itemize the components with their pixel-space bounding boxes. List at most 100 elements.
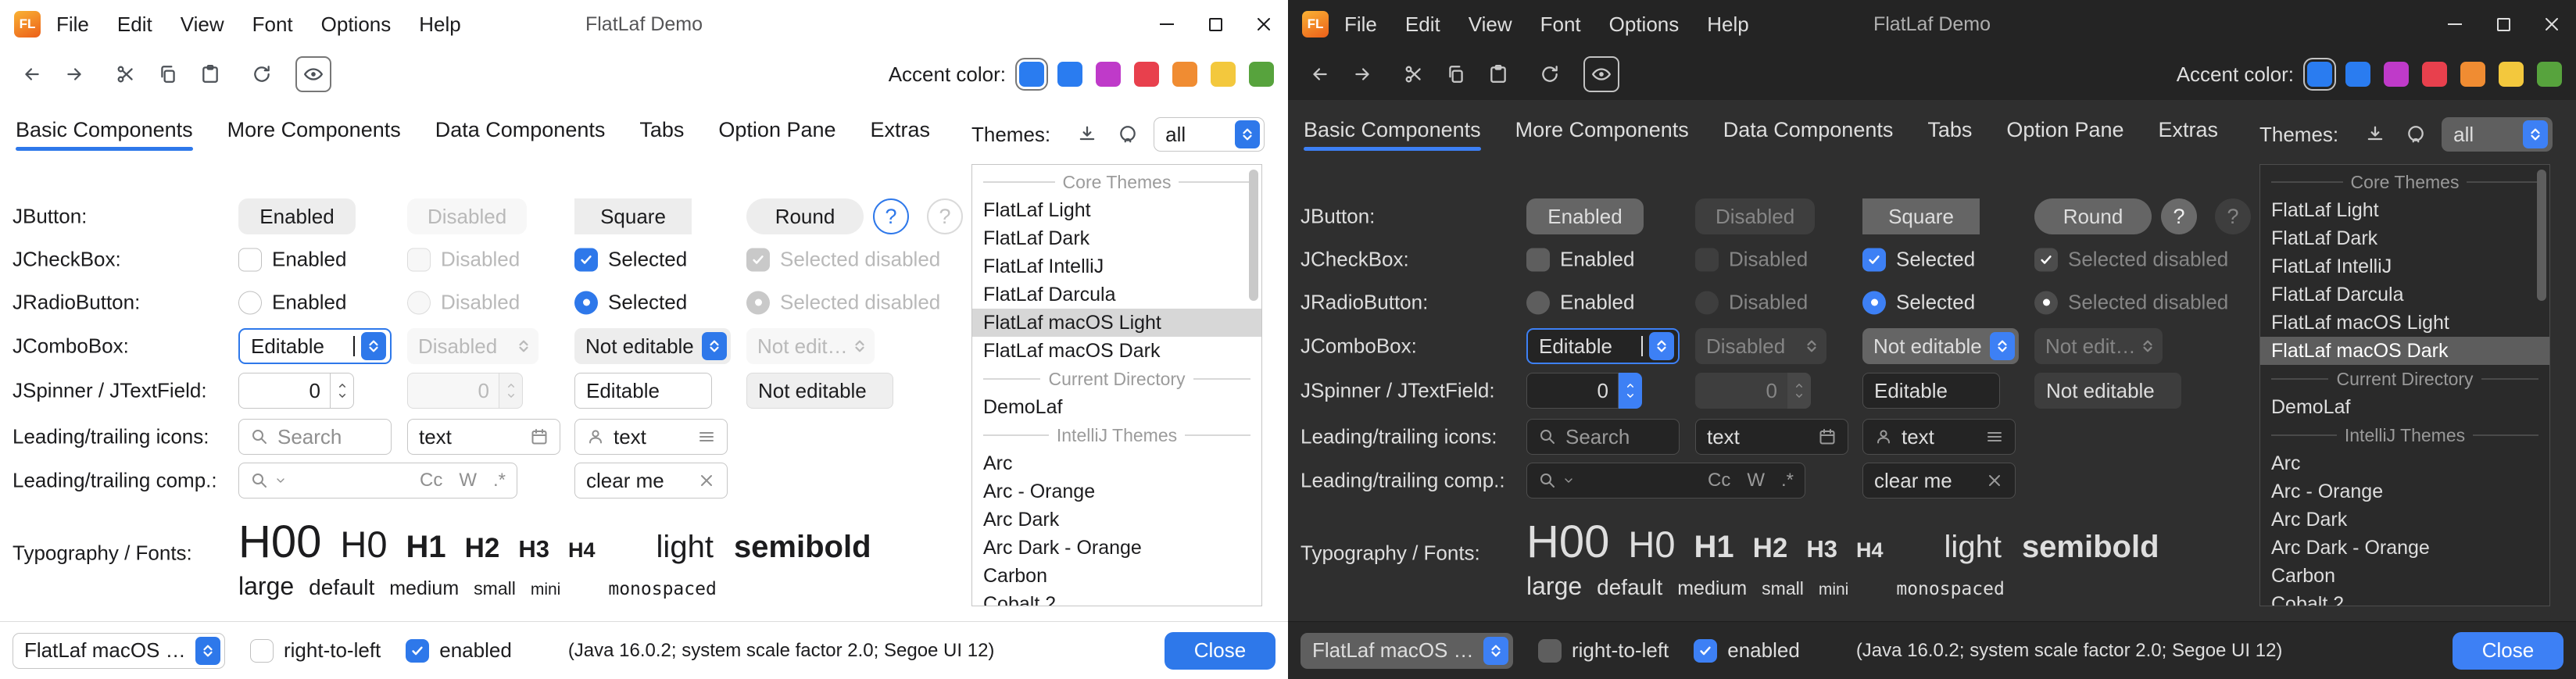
spinner-buttons[interactable] xyxy=(1619,373,1642,409)
copy-button[interactable] xyxy=(1438,56,1474,92)
theme-item-flatlaf-intellij[interactable]: FlatLaf IntelliJ xyxy=(2260,252,2549,281)
radio-selected[interactable]: Selected xyxy=(574,291,687,315)
accent-swatch-yellow[interactable] xyxy=(2499,62,2524,87)
tab-option-pane[interactable]: Option Pane xyxy=(2006,100,2123,159)
theme-item-flatlaf-macos-light[interactable]: FlatLaf macOS Light xyxy=(972,309,1261,337)
theme-item-flatlaf-darcula[interactable]: FlatLaf Darcula xyxy=(972,281,1261,309)
date-field[interactable]: text xyxy=(407,419,560,455)
accent-swatch-blue[interactable] xyxy=(1057,62,1082,87)
copy-button[interactable] xyxy=(150,56,186,92)
search-with-options-field[interactable]: Cc W .* xyxy=(238,463,517,499)
show-hidden-toggle-button[interactable] xyxy=(1583,56,1619,92)
spinner-value[interactable]: 0 xyxy=(238,373,331,409)
spinner-up-icon[interactable] xyxy=(1624,381,1637,391)
menu-edit[interactable]: Edit xyxy=(117,13,152,37)
right-to-left-checkbox[interactable]: right-to-left xyxy=(1538,638,1669,663)
date-field[interactable]: text xyxy=(1695,419,1848,455)
themes-filter-combobox[interactable]: all xyxy=(2442,117,2553,152)
look-and-feel-combobox[interactable]: FlatLaf macOS Li... xyxy=(13,633,225,669)
theme-item-flatlaf-intellij[interactable]: FlatLaf IntelliJ xyxy=(972,252,1261,281)
checkbox-enabled[interactable]: Enabled xyxy=(1526,248,1634,272)
menu-list-icon[interactable] xyxy=(1985,427,2004,446)
accent-swatch-orange[interactable] xyxy=(2460,62,2485,87)
search-field[interactable]: Search xyxy=(238,419,392,455)
theme-item-arc[interactable]: Arc xyxy=(972,449,1261,477)
theme-item-arc-orange[interactable]: Arc - Orange xyxy=(2260,477,2549,506)
look-and-feel-combobox[interactable]: FlatLaf macOS D... xyxy=(1301,633,1513,669)
spinner-value[interactable]: 0 xyxy=(1526,373,1619,409)
match-case-toggle[interactable]: Cc xyxy=(1708,470,1730,491)
menu-font[interactable]: Font xyxy=(1540,13,1581,37)
tab-extras[interactable]: Extras xyxy=(2159,100,2219,159)
tab-data-components[interactable]: Data Components xyxy=(435,100,606,159)
menu-options[interactable]: Options xyxy=(321,13,392,37)
user-field[interactable]: text xyxy=(574,419,728,455)
themes-filter-combobox[interactable]: all xyxy=(1154,117,1265,152)
accent-swatch-blue[interactable] xyxy=(2345,62,2370,87)
theme-item-cobalt2[interactable]: Cobalt 2 xyxy=(972,590,1261,606)
theme-item-arc-dark[interactable]: Arc Dark xyxy=(2260,506,2549,534)
clearable-field[interactable]: clear me xyxy=(1862,463,2016,499)
spinner-down-icon[interactable] xyxy=(336,391,349,401)
menu-help[interactable]: Help xyxy=(419,13,460,37)
menu-edit[interactable]: Edit xyxy=(1405,13,1440,37)
clearable-field[interactable]: clear me xyxy=(574,463,728,499)
theme-item-carbon[interactable]: Carbon xyxy=(2260,562,2549,590)
tab-tabs[interactable]: Tabs xyxy=(639,100,684,159)
textfield-editable[interactable]: Editable xyxy=(1862,373,2000,409)
enabled-checkbox[interactable]: enabled xyxy=(406,638,512,663)
minimize-button[interactable] xyxy=(1143,0,1191,48)
textfield-editable[interactable]: Editable xyxy=(574,373,712,409)
round-button[interactable]: Round xyxy=(2034,198,2152,234)
theme-item-arc-dark[interactable]: Arc Dark xyxy=(972,506,1261,534)
menu-file[interactable]: File xyxy=(56,13,89,37)
combobox-not-editable[interactable]: Not editable xyxy=(574,328,731,364)
combobox-arrow-button[interactable] xyxy=(1990,332,2015,360)
theme-item-flatlaf-light[interactable]: FlatLaf Light xyxy=(972,196,1261,224)
calendar-icon[interactable] xyxy=(530,427,549,446)
radio-enabled[interactable]: Enabled xyxy=(238,291,346,315)
theme-item-arc-dark-orange[interactable]: Arc Dark - Orange xyxy=(2260,534,2549,562)
maximize-button[interactable] xyxy=(1191,0,1240,48)
close-dialog-button[interactable]: Close xyxy=(1165,632,1275,670)
refresh-button[interactable] xyxy=(244,56,280,92)
tab-tabs[interactable]: Tabs xyxy=(1927,100,1972,159)
combobox-editable[interactable]: Editable xyxy=(238,328,392,364)
menu-list-icon[interactable] xyxy=(697,427,716,446)
show-hidden-toggle-button[interactable] xyxy=(295,56,331,92)
clear-icon[interactable] xyxy=(1985,471,2004,490)
accent-swatch-green[interactable] xyxy=(2537,62,2562,87)
radio-enabled[interactable]: Enabled xyxy=(1526,291,1634,315)
theme-item-flatlaf-dark[interactable]: FlatLaf Dark xyxy=(2260,224,2549,252)
tab-option-pane[interactable]: Option Pane xyxy=(718,100,835,159)
cut-button[interactable] xyxy=(1396,56,1432,92)
accent-swatch-yellow[interactable] xyxy=(1211,62,1236,87)
accent-swatch-red[interactable] xyxy=(2422,62,2447,87)
combobox-arrow-button[interactable] xyxy=(195,637,220,665)
tab-data-components[interactable]: Data Components xyxy=(1723,100,1894,159)
theme-item-cobalt2[interactable]: Cobalt 2 xyxy=(2260,590,2549,606)
theme-item-arc-orange[interactable]: Arc - Orange xyxy=(972,477,1261,506)
menu-font[interactable]: Font xyxy=(252,13,293,37)
menu-options[interactable]: Options xyxy=(1609,13,1680,37)
accent-swatch-orange[interactable] xyxy=(1172,62,1197,87)
chevron-down-icon[interactable] xyxy=(1562,474,1575,487)
back-button[interactable] xyxy=(14,56,50,92)
accent-swatch-red[interactable] xyxy=(1134,62,1159,87)
theme-item-flatlaf-light[interactable]: FlatLaf Light xyxy=(2260,196,2549,224)
spinner[interactable]: 0 xyxy=(238,373,354,409)
user-field[interactable]: text xyxy=(1862,419,2016,455)
calendar-icon[interactable] xyxy=(1818,427,1837,446)
regex-toggle[interactable]: .* xyxy=(1781,470,1794,491)
combobox-arrow-button[interactable] xyxy=(361,332,386,360)
regex-toggle[interactable]: .* xyxy=(493,470,506,491)
tab-basic-components[interactable]: Basic Components xyxy=(1304,100,1481,159)
paste-button[interactable] xyxy=(1480,56,1516,92)
refresh-button[interactable] xyxy=(1532,56,1568,92)
combobox-editable[interactable]: Editable xyxy=(1526,328,1680,364)
chevron-down-icon[interactable] xyxy=(274,474,287,487)
download-themes-button[interactable] xyxy=(2360,120,2390,149)
tab-extras[interactable]: Extras xyxy=(871,100,931,159)
tab-basic-components[interactable]: Basic Components xyxy=(16,100,193,159)
github-button[interactable] xyxy=(2401,120,2431,149)
